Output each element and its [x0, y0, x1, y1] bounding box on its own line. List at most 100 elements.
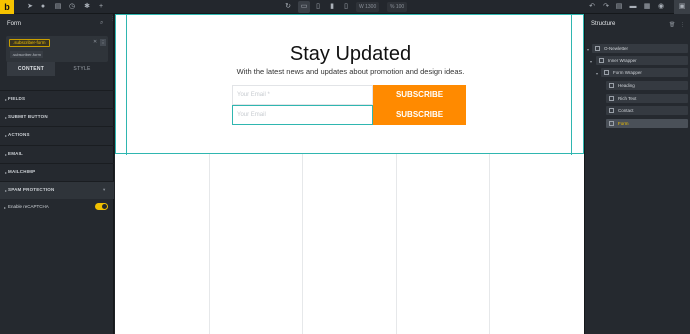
- structure-title: Structure: [591, 21, 616, 27]
- save-button[interactable]: ▣: [674, 0, 690, 14]
- section-label: FIELDS: [8, 96, 26, 101]
- section-label: SPAM PROTECTION: [8, 187, 55, 192]
- folder-icon[interactable]: ▬: [629, 3, 637, 11]
- section-icon: [595, 46, 600, 51]
- caret-down-icon[interactable]: ▾: [596, 71, 598, 76]
- tree-item-form[interactable]: Form: [606, 119, 688, 128]
- selector-tag[interactable]: .subscriber-form: [9, 39, 50, 47]
- tree-label: Contact: [618, 108, 634, 113]
- caret-right-icon: ▸: [5, 115, 8, 120]
- redo-icon[interactable]: ↷: [602, 3, 610, 11]
- selector-menu-icon[interactable]: ⋮: [100, 39, 106, 46]
- more-icon[interactable]: ⋮: [680, 22, 685, 28]
- tab-content[interactable]: CONTENT: [7, 62, 55, 76]
- form-icon: [609, 121, 614, 126]
- heading-icon: [609, 83, 614, 88]
- tree-label: Rich Text: [618, 96, 637, 101]
- newsletter-rich-text[interactable]: With the latest news and updates about p…: [116, 67, 585, 76]
- search-icon[interactable]: ⌕: [100, 20, 103, 27]
- grid-icon[interactable]: ▦: [643, 3, 651, 11]
- selector-class-label: .subscriber-form: [10, 51, 43, 58]
- email-field[interactable]: Your Email *: [232, 85, 373, 105]
- grid-column-line: [302, 153, 303, 334]
- tree-label: Form: [618, 121, 629, 126]
- tree-item-contact[interactable]: Contact: [606, 106, 688, 115]
- section-label: ACTIONS: [8, 132, 30, 137]
- contact-form: Your Email * SUBSCRIBE: [232, 85, 466, 105]
- remove-selector-icon[interactable]: ✕: [93, 39, 97, 45]
- css-selector-box[interactable]: .subscriber-form ✕ ⋮ .subscriber-form: [6, 36, 108, 62]
- tree-item-form-wrapper[interactable]: Form Wrapper: [601, 68, 688, 77]
- newsletter-heading[interactable]: Stay Updated: [116, 43, 585, 66]
- tablet-landscape-icon[interactable]: ▮: [328, 3, 336, 11]
- add-icon[interactable]: +: [97, 3, 105, 11]
- email-placeholder: Your Email: [237, 112, 266, 118]
- undo-circle-icon[interactable]: ↻: [284, 3, 292, 11]
- section-label: SUBMIT BUTTON: [8, 114, 48, 119]
- history-icon[interactable]: ◷: [68, 3, 76, 11]
- settings-icon[interactable]: ●: [39, 3, 47, 11]
- desktop-icon[interactable]: ▭: [300, 3, 308, 11]
- undo-icon[interactable]: ↶: [588, 3, 596, 11]
- builder-canvas[interactable]: Stay Updated With the latest news and up…: [115, 14, 584, 334]
- section-fields[interactable]: ▸ FIELDS: [0, 90, 114, 108]
- tree-item-inner-wrapper[interactable]: Inner Wrapper: [596, 56, 688, 65]
- subscriber-form: Your Email SUBSCRIBE: [232, 105, 466, 125]
- inner-wrapper-edge: [571, 15, 572, 155]
- caret-right-icon: ▸: [4, 205, 7, 210]
- grid-column-line: [396, 153, 397, 334]
- email-placeholder: Your Email *: [237, 92, 270, 98]
- pages-icon[interactable]: ▤: [54, 3, 62, 11]
- document-icon[interactable]: ▤: [615, 3, 623, 11]
- gear-icon[interactable]: ✱: [83, 3, 91, 11]
- grid-column-line: [209, 153, 210, 334]
- top-toolbar: b ➤ ● ▤ ◷ ✱ + ↻ ▭ ▯ ▮ ▯ W 1300 % 100 ↶ ↷…: [0, 0, 690, 14]
- element-settings-panel: Form ⌕ ⋮ .subscriber-form ✕ ⋮ .subscribe…: [0, 14, 115, 334]
- section-actions[interactable]: ▸ ACTIONS: [0, 126, 114, 144]
- canvas-width-value: 1300: [365, 4, 377, 10]
- section-submit-button[interactable]: ▸ SUBMIT BUTTON: [0, 108, 114, 126]
- rich-text-icon: [609, 96, 614, 101]
- recaptcha-label: Enable reCAPTCHA: [8, 204, 49, 209]
- preview-icon[interactable]: ◉: [657, 3, 665, 11]
- email-field[interactable]: Your Email: [232, 105, 373, 125]
- toggle-knob: [102, 204, 107, 209]
- section-label: MAILCHIMP: [8, 169, 36, 174]
- canvas-zoom-value: 100: [395, 4, 405, 10]
- caret-right-icon: ▸: [5, 97, 8, 102]
- newsletter-section[interactable]: Stay Updated With the latest news and up…: [115, 14, 585, 155]
- pointer-icon[interactable]: ➤: [26, 3, 34, 11]
- tree-label: Form Wrapper: [613, 70, 642, 75]
- section-email[interactable]: ▸ EMAIL: [0, 145, 114, 163]
- app-logo[interactable]: b: [0, 0, 14, 14]
- caret-down-icon[interactable]: ▾: [590, 59, 592, 64]
- canvas-width-input[interactable]: W 1300: [356, 2, 380, 12]
- tree-label: O-Newletter: [604, 46, 629, 51]
- trash-icon[interactable]: 🗑: [669, 22, 675, 28]
- section-label: EMAIL: [8, 151, 23, 156]
- tree-label: Inner Wrapper: [608, 58, 637, 63]
- section-spam-protection[interactable]: ▸ SPAM PROTECTION ▾: [0, 181, 114, 199]
- tree-label: Heading: [618, 83, 635, 88]
- container-icon: [599, 58, 604, 63]
- tree-item-rich-text[interactable]: Rich Text: [606, 94, 688, 103]
- subscribe-button[interactable]: SUBSCRIBE: [373, 105, 466, 125]
- chevron-down-icon: ▾: [103, 187, 106, 192]
- tab-style[interactable]: STYLE: [58, 62, 106, 76]
- subscribe-button[interactable]: SUBSCRIBE: [373, 85, 466, 105]
- mobile-icon[interactable]: ▯: [342, 3, 350, 11]
- structure-panel: Structure 🗑 ⋮ ▾ O-Newletter ▾ Inner Wrap…: [584, 14, 690, 334]
- recaptcha-toggle[interactable]: [95, 203, 108, 210]
- tree-item-heading[interactable]: Heading: [606, 81, 688, 90]
- form-icon: [609, 108, 614, 113]
- canvas-zoom-input[interactable]: % 100: [387, 2, 408, 12]
- caret-down-icon[interactable]: ▾: [587, 47, 589, 52]
- caret-right-icon: ▸: [5, 170, 8, 175]
- section-mailchimp[interactable]: ▸ MAILCHIMP: [0, 163, 114, 181]
- caret-right-icon: ▸: [5, 133, 8, 138]
- block-icon: [604, 70, 609, 75]
- tree-item-o-newletter[interactable]: O-Newletter: [592, 44, 688, 53]
- tablet-icon[interactable]: ▯: [314, 3, 322, 11]
- caret-right-icon: ▸: [5, 188, 8, 193]
- save-icon: ▣: [678, 3, 686, 10]
